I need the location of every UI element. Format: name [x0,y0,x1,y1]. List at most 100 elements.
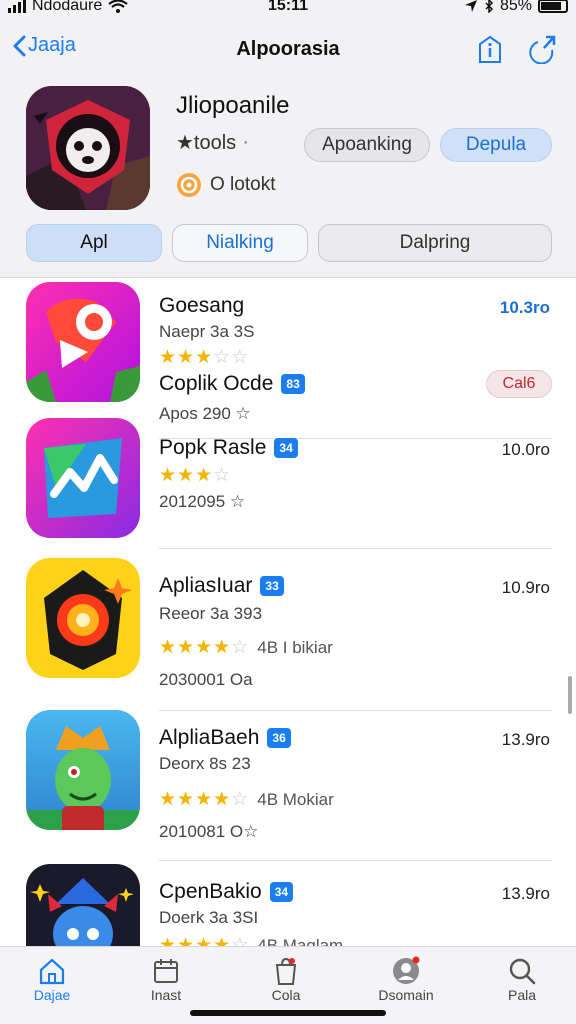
star-icon: ★ [195,789,213,810]
app-title: CpenBakio 34 [159,880,294,904]
info-icon[interactable] [476,34,504,64]
app-rating: ★tools · [176,130,249,155]
navigation-bar: Jaaja Alpoorasia [0,22,576,78]
app-title-text: ApliasIuar [159,574,253,597]
star-icon: ★ [159,789,177,810]
app-icon[interactable] [26,86,150,210]
tab-label: Pala [507,987,537,1003]
tab-search[interactable]: Pala [472,955,572,1003]
star-icon: ☆ [213,347,231,368]
carrier-label: Ndodaure [32,0,103,14]
star-rating: ★ ★ ★ ☆ [159,464,230,487]
app-icon [26,710,140,830]
calendar-icon [154,959,178,983]
popular-button[interactable]: Depula [440,128,552,162]
status-bar: Ndodaure 15:11 85% [0,0,576,22]
star-icon: ★ [213,789,231,810]
age-badge: 33 [260,576,284,596]
star-icon: ★ [213,637,231,658]
app-icon [26,282,140,402]
divider [159,860,552,861]
app-header: Jliopoanile ★tools · Apoanking Depula O … [0,78,576,278]
wifi-icon [108,0,128,13]
star-icon: ☆ [231,789,249,810]
divider [159,710,552,711]
signal-icon [8,0,26,13]
ranking-button[interactable]: Apoanking [304,128,430,162]
star-rating: ★ ★ ★ ★ ☆ 4B Mokiar [159,788,334,811]
tab-profile[interactable]: Dsomain [356,955,456,1003]
star-icon: ★ [177,935,195,946]
star-icon: ☆ [213,465,231,486]
tab-calendar[interactable]: Inast [116,955,216,1003]
app-icon [26,558,140,678]
app-title: Popk Rasle 34 [159,436,298,460]
search-icon [509,958,536,985]
app-subtitle: O lotokt [176,172,275,198]
age-badge: 34 [274,438,298,458]
app-meta: Naepr 3a 3S [159,322,255,341]
app-list: Goesang Naepr 3a 3S ★ ★ ★ ☆ ☆ 10.3ro Coplik … [0,278,576,946]
app-title-text: CpenBakio [159,880,262,903]
tab-home[interactable]: Dajae [2,955,102,1003]
app-price: 13.9ro [501,730,550,749]
tab-label: Dsomain [378,987,434,1003]
app-title: AlpliaBaeh 36 [159,726,291,750]
star-icon: ★ [177,347,195,368]
star-icon: ★ [159,935,177,946]
app-meta: 2030001 Oa [159,670,253,689]
share-icon[interactable] [528,34,556,64]
star-icon: ★ [213,935,231,946]
segment-ranking[interactable]: Nialking [172,224,308,262]
status-left: Ndodaure [8,0,128,15]
app-icon [26,864,140,946]
rating-label: 4B Maglam [257,935,344,947]
app-title: ApliasIuar 33 [159,574,284,598]
app-title-text: Coplik Ocde [159,372,274,395]
tab-label: Inast [150,987,182,1003]
star-icon: ★ [195,347,213,368]
get-button[interactable]: Cal6 [486,370,552,398]
star-icon: ★ [177,789,195,810]
app-title-text: Popk Rasle [159,436,267,459]
segment-all[interactable]: Apl [26,224,162,262]
bag-icon [275,957,297,985]
tab-label: Dajae [33,987,71,1003]
home-indicator[interactable] [190,1010,386,1016]
rating-label: 4B Mokiar [257,789,334,809]
star-icon: ★ [159,465,177,486]
profile-icon [393,956,420,984]
segment-dating[interactable]: Dalpring [318,224,552,262]
app-icon [26,418,140,538]
app-title: Coplik Ocde 83 [159,372,305,396]
rating-separator: · [242,131,249,153]
app-price: 10.3ro [499,298,550,317]
star-icon: ★ [195,935,213,946]
status-right: 85% [464,0,568,15]
age-badge: 83 [281,374,305,394]
star-rating: ★ ★ ★ ★ ☆ 4B I bikiar [159,636,333,659]
battery-icon [538,0,568,13]
bluetooth-icon [485,0,494,13]
battery-percent: 85% [499,0,532,14]
app-meta: Reeor 3a 393 [159,604,263,623]
age-badge: 36 [267,728,291,748]
app-name: Jliopoanile [176,92,290,119]
app-price: 13.9ro [501,884,550,903]
tab-bag[interactable]: Cola [236,955,336,1003]
app-price: 10.0ro [501,440,550,459]
home-icon [39,958,65,985]
star-rating: ★ ★ ★ ☆ ☆ [159,346,248,369]
star-rating: ★ ★ ★ ★ ☆ 4B Maglam [159,934,343,946]
star-icon: ★ [195,637,213,658]
nav-actions [476,34,556,64]
swirl-icon [177,173,201,197]
star-icon: ☆ [231,347,249,368]
app-title-text: AlpliaBaeh [159,726,260,749]
star-icon: ★ [195,465,213,486]
app-meta: Deorx 8s 23 [159,754,251,773]
scrollbar[interactable] [568,676,572,714]
divider [159,548,552,549]
app-meta: Doerk 3a 3SI [159,908,259,927]
rating-label: 4B I bikiar [257,637,333,657]
